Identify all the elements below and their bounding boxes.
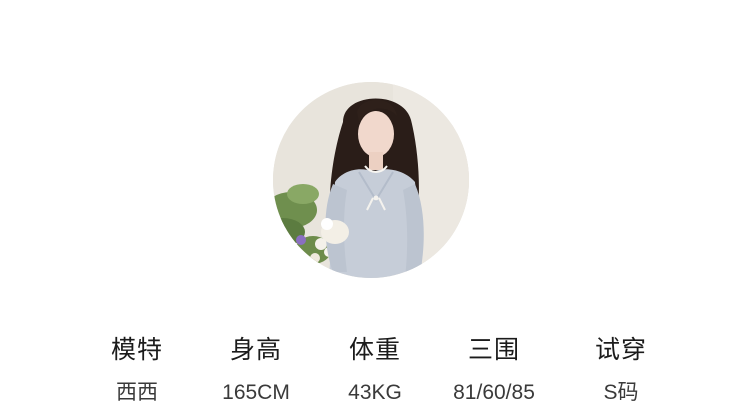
spec-size-tried: 试穿 S码 (556, 332, 686, 407)
spec-height: 身高 165CM (191, 332, 321, 407)
spec-weight: 体重 43KG (310, 332, 440, 407)
spec-label-height: 身高 (229, 335, 282, 364)
model-specs: 模特 西西 身高 165CM 体重 43KG 三围 81/60/85 试穿 S码 (0, 332, 750, 414)
spec-value-height: 165CM (222, 381, 290, 404)
spec-value-model: 西西 (116, 381, 158, 404)
spec-model: 模特 西西 (72, 332, 202, 407)
spec-measurements: 三围 81/60/85 (429, 332, 559, 407)
spec-label-model: 模特 (110, 335, 163, 364)
spec-value-size-tried: S码 (603, 381, 639, 404)
spec-label-size-tried: 试穿 (594, 335, 647, 364)
spec-value-measurements: 81/60/85 (453, 381, 535, 404)
spec-label-weight: 体重 (348, 335, 401, 364)
spec-value-weight: 43KG (348, 381, 402, 404)
model-photo (273, 82, 469, 278)
spec-label-measurements: 三围 (467, 335, 520, 364)
model-avatar (273, 82, 469, 278)
